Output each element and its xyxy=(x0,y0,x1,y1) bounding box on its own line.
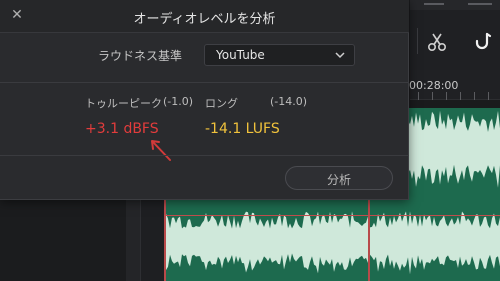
snap-hook-icon[interactable] xyxy=(468,28,498,56)
analyze-button-label: 分析 xyxy=(326,173,351,187)
long-term-value: -14.1 LUFS xyxy=(205,121,280,137)
app-window: 00:28:00 ✕ オーディオレベルを分析 ラウドネス基準 YouTube ト… xyxy=(0,0,500,281)
audio-level-analysis-dialog: ✕ オーディオレベルを分析 ラウドネス基準 YouTube トゥルーピーク (-… xyxy=(0,0,409,200)
razor-scissors-icon[interactable] xyxy=(422,28,452,56)
analyze-button[interactable]: 分析 xyxy=(285,166,393,190)
annotation-arrow-icon xyxy=(151,140,171,161)
long-term-reference: (-14.0) xyxy=(270,95,308,108)
toolbar-top-strip xyxy=(410,0,500,10)
dialog-title: オーディオレベルを分析 xyxy=(133,12,276,27)
true-peak-label: トゥルーピーク xyxy=(85,97,162,110)
loudness-standard-value: YouTube xyxy=(216,48,265,62)
section-divider xyxy=(0,82,409,83)
loudness-standard-label: ラウドネス基準 xyxy=(98,49,183,63)
loudness-standard-dropdown[interactable]: YouTube xyxy=(204,44,355,66)
true-peak-reference: (-1.0) xyxy=(163,95,194,108)
waveform-band xyxy=(164,211,500,275)
dialog-header: ✕ オーディオレベルを分析 xyxy=(0,0,409,33)
long-term-label: ロング xyxy=(205,97,238,110)
track-divider-line xyxy=(164,215,500,216)
true-peak-value: +3.1 dBFS xyxy=(85,121,159,137)
chevron-down-icon xyxy=(335,52,345,59)
ruler-timecode: 00:28:00 xyxy=(409,79,459,92)
section-divider xyxy=(0,155,409,156)
toolbar-divider xyxy=(417,28,418,54)
